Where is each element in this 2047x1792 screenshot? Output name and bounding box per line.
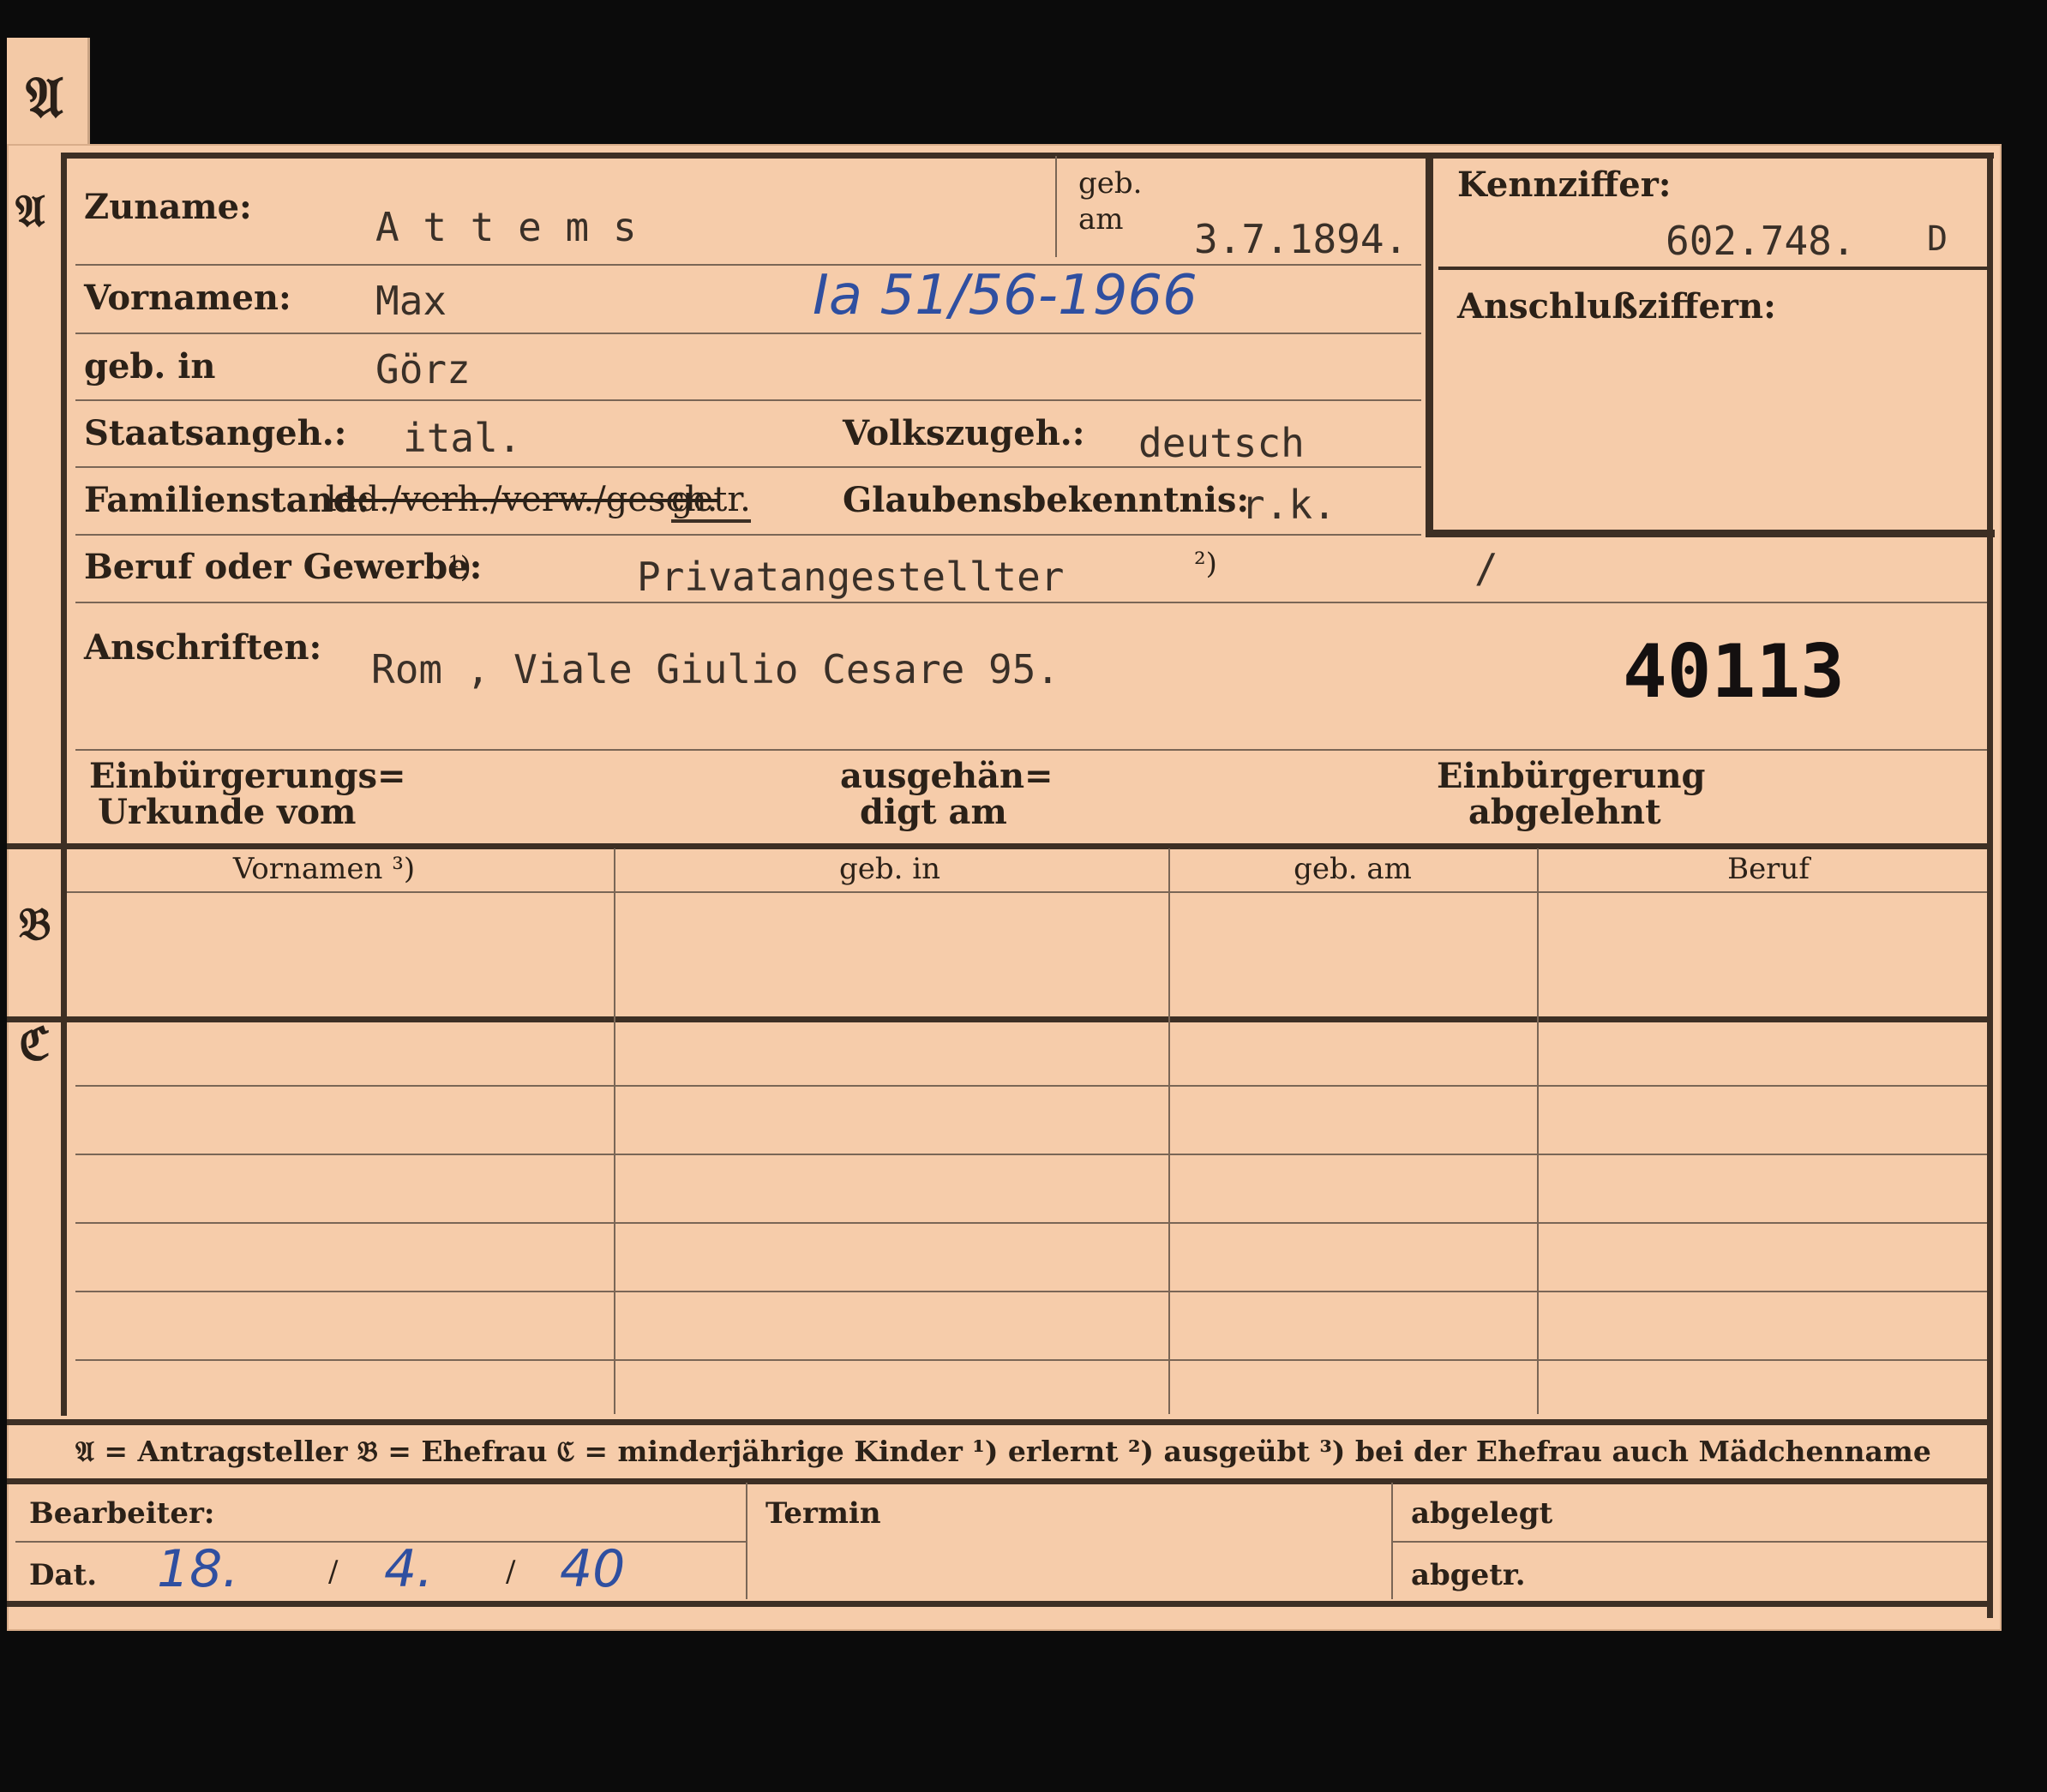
kennziffer-underline: [1438, 267, 1987, 270]
einb-abgelehnt-label-1: Einbürgerung: [1437, 756, 1706, 796]
footer-bottom-line: [7, 1601, 1993, 1607]
kennziffer-value: 602.748.: [1666, 218, 1856, 264]
footer-mid-line-left: [15, 1541, 746, 1543]
bearbeiter-label: Bearbeiter:: [29, 1496, 215, 1531]
row-line-7: [75, 749, 1987, 751]
section-b-top-line: [7, 843, 1993, 849]
child-row-line: [75, 1222, 1987, 1224]
child-row-line: [75, 1359, 1987, 1361]
dat-separator-1: /: [328, 1555, 339, 1589]
row-line-2: [75, 333, 1421, 334]
geb-in-value: Görz: [375, 346, 471, 393]
row-line-5: [75, 534, 1421, 536]
child-row-line: [75, 1291, 1987, 1292]
anschriften-label: Anschriften:: [84, 627, 322, 668]
col-divider-1: [614, 848, 615, 1414]
dat-day: 18.: [157, 1539, 239, 1599]
zuname-value: A t t e m s: [375, 204, 637, 250]
beruf-slash: /: [1474, 545, 1498, 591]
geb-label: geb.: [1078, 166, 1143, 201]
ausgehaen-label-2: digt am: [860, 792, 1007, 832]
kennziffer-suffix: D: [1927, 219, 1948, 259]
section-c-bottom-line: [7, 1419, 1993, 1425]
abgetr-label: abgetr.: [1411, 1558, 1526, 1592]
einb-urkunde-label-2: Urkunde vom: [98, 792, 357, 832]
geb-am-value: 3.7.1894.: [1194, 216, 1408, 262]
col-divider-2: [1168, 848, 1170, 1414]
beruf-value: Privatangestellter: [637, 554, 1065, 600]
vornamen-value: Max: [375, 278, 447, 324]
legend-bottom-line: [7, 1478, 1993, 1484]
zuname-label: Zuname:: [84, 187, 252, 227]
am-label: am: [1078, 202, 1124, 237]
beruf-label: Beruf oder Gewerbe:: [84, 547, 483, 587]
geb-am-divider: [1055, 156, 1057, 257]
tab-letter-a: 𝔄: [26, 63, 63, 130]
stamp-number: 40113: [1623, 629, 1845, 715]
row-line-4: [75, 466, 1421, 468]
dat-separator-2: /: [506, 1555, 516, 1589]
table-header-geb-in: geb. in: [838, 852, 941, 886]
einb-abgelehnt-label-2: abgelehnt: [1468, 792, 1661, 832]
index-tab: 𝔄: [7, 38, 90, 156]
kennziffer-box: [1426, 153, 1995, 537]
row-line-6: [75, 602, 1987, 603]
child-row-line: [75, 1154, 1987, 1155]
dat-month: 4.: [384, 1539, 434, 1599]
anschluss-label: Anschlußziffern:: [1457, 286, 1776, 327]
abgelegt-label: abgelegt: [1411, 1496, 1553, 1531]
glauben-label: Glaubensbekenntnis:: [843, 480, 1250, 520]
handwritten-reference: Ia 51/56-1966: [813, 264, 1198, 327]
child-row-line: [75, 1085, 1987, 1087]
anschriften-value: Rom , Viale Giulio Cesare 95.: [371, 646, 1060, 692]
familienstand-struck: led./verh./verw./gesch.: [326, 480, 718, 519]
footer-divider-1: [746, 1483, 747, 1599]
staatsangeh-label: Staatsangeh.:: [84, 413, 347, 453]
glauben-value: r.k.: [1241, 482, 1336, 528]
section-c-letter: ℭ: [19, 1018, 51, 1070]
staatsangeh-value: ital.: [403, 415, 522, 461]
termin-label: Termin: [765, 1496, 881, 1531]
row-line-3: [75, 399, 1421, 401]
beruf-note-1: ¹): [448, 550, 471, 584]
beruf-note-2: ²): [1194, 547, 1217, 581]
vornamen-label: Vornamen:: [84, 278, 291, 318]
volkszugeh-value: deutsch: [1138, 420, 1305, 466]
geb-in-label: geb. in: [84, 346, 216, 387]
left-frame-line: [61, 156, 67, 1416]
einb-urkunde-label-1: Einbürgerungs=: [89, 756, 406, 796]
table-header-beruf: Beruf: [1727, 852, 1810, 886]
footer-mid-line-right: [1393, 1541, 1987, 1543]
header-underline: [67, 891, 1987, 893]
legend: 𝔄 = Antragsteller 𝔅 = Ehefrau ℭ = minder…: [75, 1435, 1931, 1468]
section-b-letter: 𝔅: [19, 898, 51, 950]
familienstand-value: getr.: [671, 480, 751, 523]
kennziffer-label: Kennziffer:: [1457, 165, 1672, 205]
table-header-geb-am: geb. am: [1294, 852, 1412, 886]
dat-year: 40: [560, 1539, 626, 1599]
volkszugeh-label: Volkszugeh.:: [843, 413, 1085, 453]
registration-card: 𝔄 𝔅 ℭ Zuname: A t t e m s geb. am 3.7.18…: [7, 144, 2002, 1631]
dat-label: Dat.: [29, 1558, 98, 1592]
section-c-top-line: [7, 1016, 1993, 1022]
section-a-letter: 𝔄: [15, 185, 45, 237]
table-header-vornamen: Vornamen ³): [232, 852, 416, 886]
ausgehaen-label-1: ausgehän=: [840, 756, 1054, 796]
row-line-1: [75, 264, 1421, 266]
col-divider-3: [1537, 848, 1539, 1414]
